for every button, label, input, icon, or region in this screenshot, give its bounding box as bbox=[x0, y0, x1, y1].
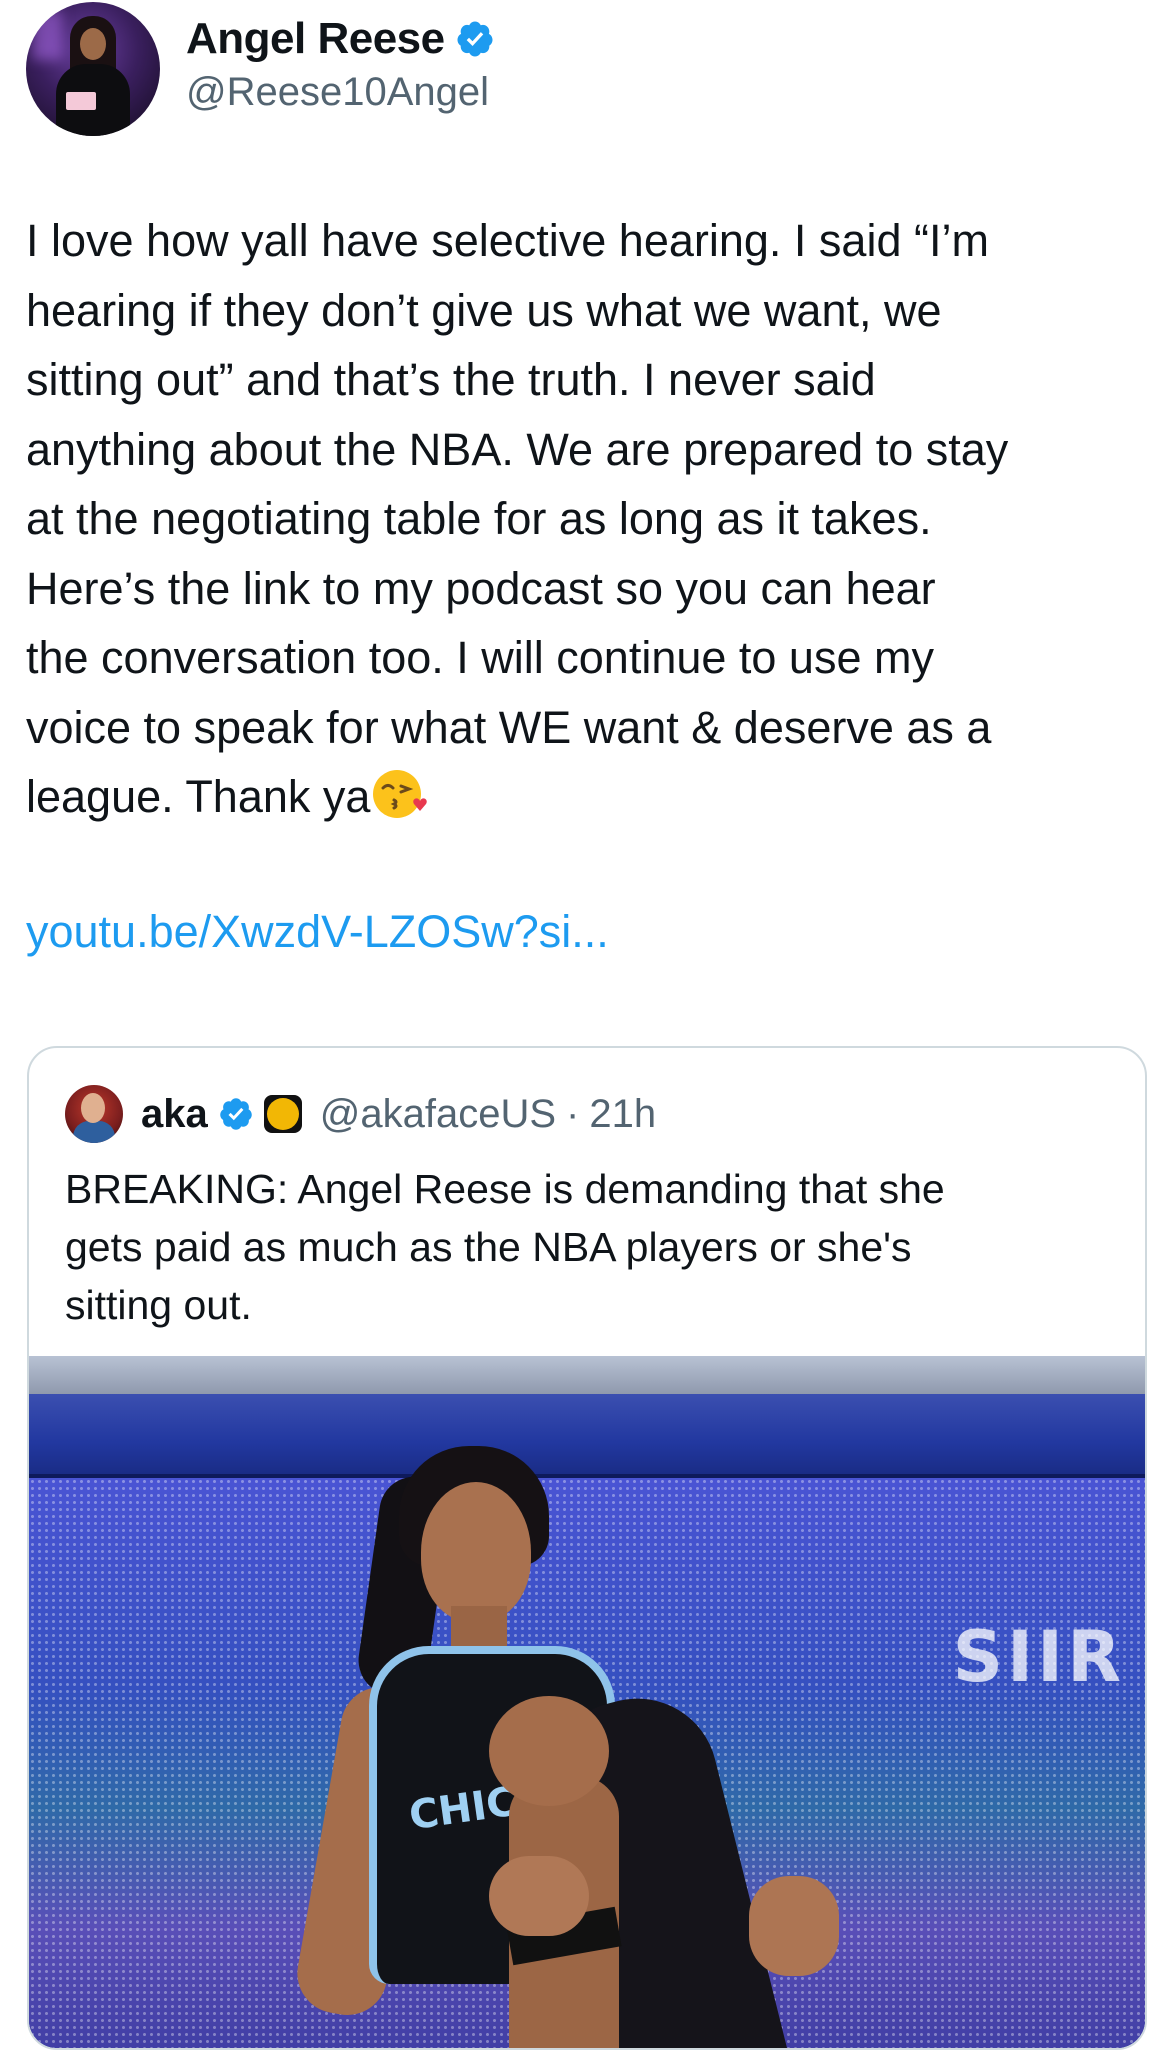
player-figure: CHIC bbox=[291, 1396, 859, 2048]
author-name-row: Angel Reese bbox=[186, 14, 495, 64]
quoted-author-name[interactable]: aka bbox=[141, 1092, 208, 1137]
tweet-body: I love how yall have selective hearing. … bbox=[26, 206, 1156, 832]
author-handle[interactable]: @Reese10Angel bbox=[186, 70, 489, 115]
quoted-author-avatar[interactable] bbox=[65, 1085, 123, 1143]
gold-affiliate-badge-icon bbox=[263, 1095, 302, 1133]
verified-badge-icon bbox=[457, 21, 493, 57]
quoted-tweet-card[interactable]: aka @akafaceUS · 21h BREAKING: Angel Ree… bbox=[27, 1046, 1147, 2050]
author-display-name[interactable]: Angel Reese bbox=[186, 14, 445, 64]
author-avatar[interactable] bbox=[26, 2, 160, 136]
tweet-text: I love how yall have selective hearing. … bbox=[26, 215, 1009, 822]
quoted-tweet-photo[interactable]: SIIR CHIC bbox=[29, 1356, 1145, 2048]
quoted-author-handle[interactable]: @akafaceUS bbox=[320, 1092, 556, 1137]
tweet-header: Angel Reese @Reese10Angel bbox=[26, 0, 1144, 140]
time-separator: · bbox=[566, 1091, 580, 1136]
youtube-link[interactable]: youtu.be/XwzdV-LZOSw?si... bbox=[26, 906, 609, 958]
quoted-tweet-header: aka @akafaceUS · 21h bbox=[65, 1084, 656, 1144]
quoted-tweet-text: BREAKING: Angel Reese is demanding that … bbox=[65, 1166, 945, 1328]
kissing-face-emoji-icon bbox=[370, 764, 428, 822]
quoted-tweet-time[interactable]: 21h bbox=[589, 1092, 656, 1137]
led-board-text: SIIR bbox=[952, 1616, 1125, 1698]
verified-badge-icon bbox=[219, 1098, 252, 1130]
